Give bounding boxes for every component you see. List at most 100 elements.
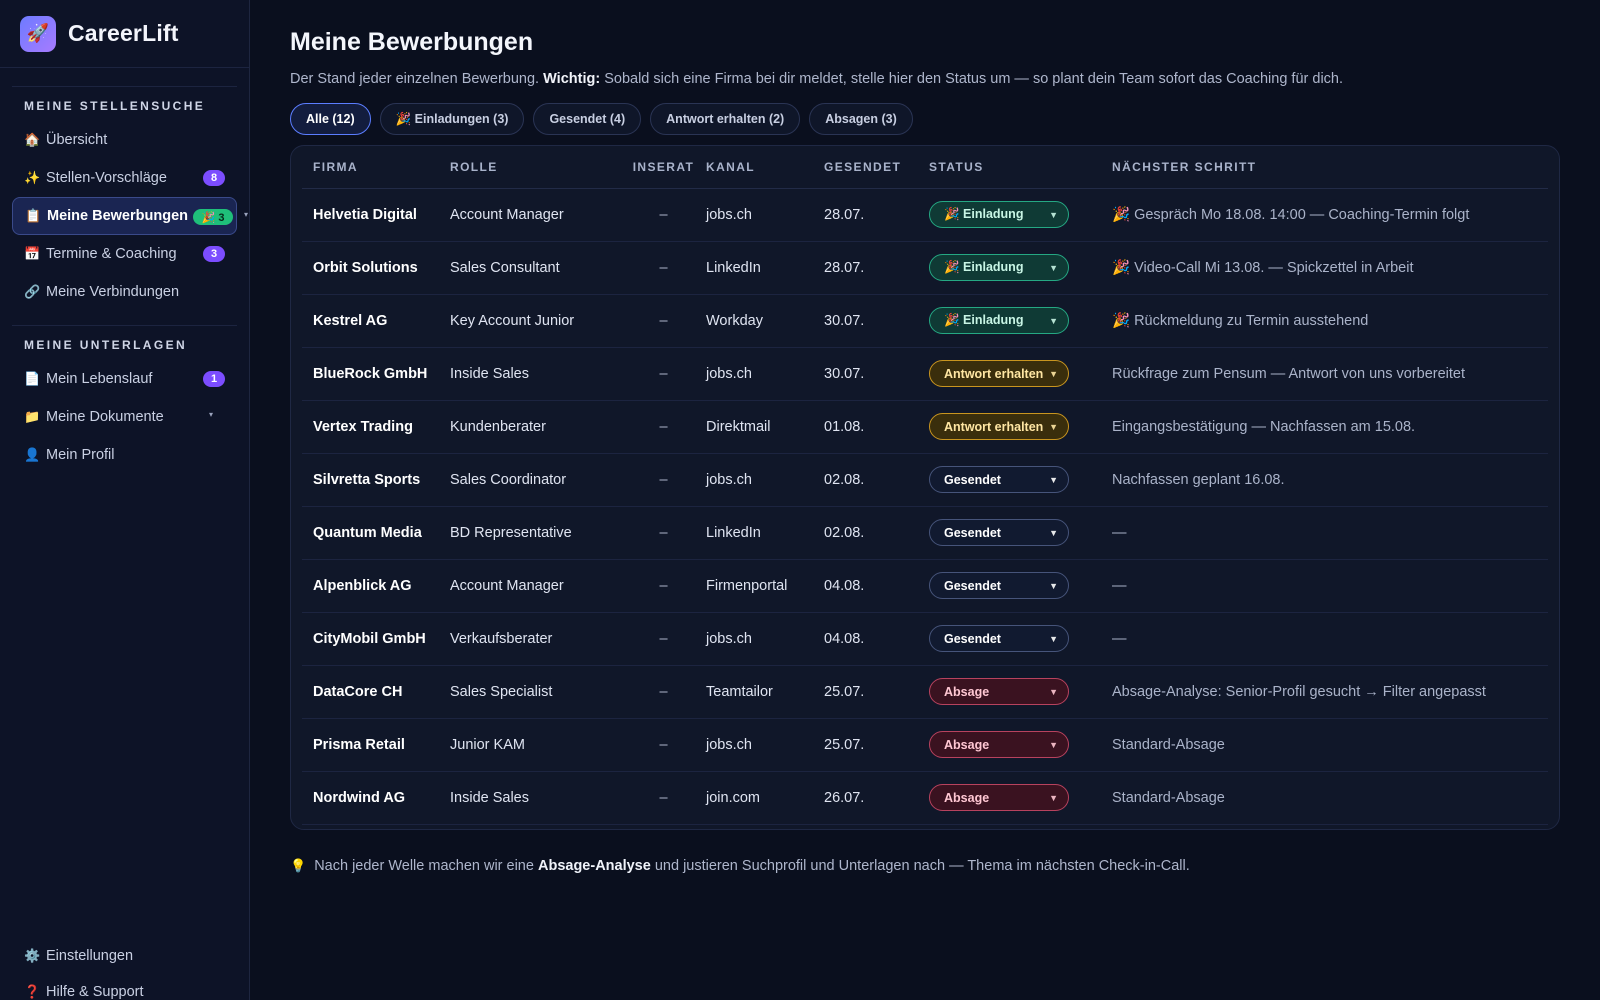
cell-inserat: – (621, 771, 706, 825)
status-select[interactable]: Gesendet ▼ (929, 466, 1069, 493)
cell-status: Gesendet ▼ (929, 506, 1112, 560)
cell-naechster-schritt: Standard-Absage (1112, 771, 1548, 825)
footnote: 💡 Nach jeder Welle machen wir eine Absage… (290, 858, 1560, 874)
cell-firma: Silvretta Sports (302, 453, 450, 507)
cell-naechster-schritt: Absage-Analyse: Senior-Profil gesucht → … (1112, 665, 1548, 719)
column-header-firma[interactable]: FIRMA (302, 146, 450, 189)
cell-firma: Quantum Media (302, 506, 450, 560)
cell-kanal: Teamtailor (706, 665, 824, 719)
table-row[interactable]: Helvetia Digital Account Manager – jobs.ch 2… (302, 188, 1548, 242)
filter-chip-antwort-erhalten[interactable]: Antwort erhalten (2) (650, 103, 801, 135)
cell-firma: Vertex Trading (302, 400, 450, 454)
cell-kanal: jobs.ch (706, 718, 824, 772)
cell-status: Gesendet ▼ (929, 453, 1112, 507)
status-select[interactable]: Absage ▼ (929, 731, 1069, 758)
sidebar-item-uebersicht[interactable]: 🏠 Übersicht (12, 121, 237, 159)
filter-chip-absagen[interactable]: Absagen (3) (809, 103, 913, 135)
cell-kanal: jobs.ch (706, 612, 824, 666)
sidebar-item-hilfe-support[interactable]: ❓ Hilfe & Support (12, 974, 237, 1000)
table-row[interactable]: Kestrel AG Key Account Junior – Workday 30.0… (302, 294, 1548, 348)
status-select[interactable]: 🎉 Einladung ▼ (929, 254, 1069, 281)
cell-inserat: – (621, 559, 706, 613)
column-header-kanal[interactable]: KANAL (706, 146, 824, 189)
table-row[interactable]: CityMobil GmbH Verkaufsberater – jobs.ch 04.… (302, 612, 1548, 666)
chevron-down-icon: ▼ (1049, 686, 1058, 697)
document-icon: 📄 (24, 371, 41, 386)
status-label: Antwort erhalten (944, 419, 1044, 434)
cell-inserat: – (621, 400, 706, 454)
cell-status: Gesendet ▼ (929, 559, 1112, 613)
sidebar-item-meine-bewerbungen[interactable]: 📋 Meine Bewerbungen 🎉 3 ▾ (12, 197, 248, 235)
cell-inserat: – (621, 453, 706, 507)
chevron-down-icon: ▼ (1049, 527, 1058, 538)
folder-icon: 📁 (24, 409, 41, 424)
column-header-status[interactable]: STATUS (929, 146, 1112, 189)
status-select[interactable]: Absage ▼ (929, 678, 1069, 705)
chevron-down-icon: ▼ (1049, 421, 1058, 432)
cell-kanal: LinkedIn (706, 241, 824, 295)
cell-rolle: Sales Consultant (450, 241, 621, 295)
sidebar-item-label: Stellen-Vorschläge (46, 170, 167, 186)
cell-status: Antwort erhalten ▼ (929, 347, 1112, 401)
cell-rolle: Account Manager (450, 188, 621, 242)
cell-firma: BlueRock GmbH (302, 347, 450, 401)
status-label: Gesendet (944, 631, 1001, 646)
lightbulb-icon: 💡 (290, 858, 307, 873)
chevron-down-icon: ▼ (1049, 580, 1058, 591)
filter-chip-gesendet[interactable]: Gesendet (4) (533, 103, 642, 135)
status-select[interactable]: Antwort erhalten ▼ (929, 413, 1069, 440)
nav-section-stellensuche: MEINE STELLENSUCHE 🏠 Übersicht ✨ Stellen… (12, 86, 248, 311)
table-row[interactable]: Nordwind AG Inside Sales – join.com 26.07. Ab… (302, 771, 1548, 825)
cell-gesendet: 28.07. (824, 188, 929, 242)
footnote-rest: und justieren Suchprofil und Unterlagen … (654, 858, 1190, 874)
cell-inserat: – (621, 718, 706, 772)
sidebar: 🚀 CareerLift MEINE STELLENSUCHE 🏠 Übersi… (0, 0, 250, 1000)
cell-firma: Helvetia Digital (302, 188, 450, 242)
cell-rolle: Verkaufsberater (450, 612, 621, 666)
cell-inserat: – (621, 665, 706, 719)
sidebar-item-label: Einstellungen (46, 948, 134, 964)
status-select[interactable]: 🎉 Einladung ▼ (929, 201, 1069, 228)
sidebar-item-stellen-vorschlaege[interactable]: ✨ Stellen-Vorschläge 8 (12, 159, 237, 197)
status-select[interactable]: Absage ▼ (929, 784, 1069, 811)
cell-rolle: BD Representative (450, 506, 621, 560)
cell-naechster-schritt: 🎉 Gespräch Mo 18.08. 14:00 — Coaching-Te… (1112, 188, 1548, 242)
cell-rolle: Key Account Junior (450, 294, 621, 348)
desc-rest: Sobald sich eine Firma bei dir meldet, s… (604, 71, 1344, 87)
caret-down-icon[interactable]: ▾ (244, 210, 248, 219)
column-header-rolle[interactable]: ROLLE (450, 146, 621, 189)
cell-rolle: Kundenberater (450, 400, 621, 454)
table-row[interactable]: Silvretta Sports Sales Coordinator – jobs.c… (302, 453, 1548, 507)
table-row[interactable]: BlueRock GmbH Inside Sales – jobs.ch 30.07. A… (302, 347, 1548, 401)
column-header-naechster-schritt[interactable]: NÄCHSTER SCHRITT (1112, 146, 1548, 189)
sidebar-item-einstellungen[interactable]: ⚙️ Einstellungen (12, 938, 237, 974)
sidebar-item-mein-lebenslauf[interactable]: 📄 Mein Lebenslauf 1 (12, 360, 237, 398)
footnote-lead: Nach jeder Welle machen wir eine (314, 858, 534, 874)
sidebar-item-mein-profil[interactable]: 👤 Mein Profil (12, 436, 237, 474)
cell-kanal: Firmenportal (706, 559, 824, 613)
table-row[interactable]: Quantum Media BD Representative – LinkedIn 0… (302, 506, 1548, 560)
status-select[interactable]: Antwort erhalten ▼ (929, 360, 1069, 387)
status-select[interactable]: Gesendet ▼ (929, 625, 1069, 652)
table-row[interactable]: DataCore CH Sales Specialist – Teamtailor 25… (302, 665, 1548, 719)
table-row[interactable]: Alpenblick AG Account Manager – Firmenporta… (302, 559, 1548, 613)
cell-firma: CityMobil GmbH (302, 612, 450, 666)
brand[interactable]: 🚀 CareerLift (0, 0, 249, 68)
sidebar-item-meine-dokumente[interactable]: 📁 Meine Dokumente ▾ (12, 398, 237, 436)
table-row[interactable]: Orbit Solutions Sales Consultant – LinkedIn… (302, 241, 1548, 295)
filter-chip-einladungen[interactable]: 🎉 Einladungen (3) (379, 103, 525, 135)
status-select[interactable]: Gesendet ▼ (929, 519, 1069, 546)
cell-naechster-schritt: Standard-Absage (1112, 718, 1548, 772)
status-select[interactable]: Gesendet ▼ (929, 572, 1069, 599)
sidebar-item-termine-coaching[interactable]: 📅 Termine & Coaching 3 (12, 235, 237, 273)
status-select[interactable]: 🎉 Einladung ▼ (929, 307, 1069, 334)
sidebar-item-meine-verbindungen[interactable]: 🔗 Meine Verbindungen (12, 273, 237, 311)
column-header-gesendet[interactable]: GESENDET (824, 146, 929, 189)
status-label: Absage (944, 790, 990, 805)
caret-down-icon[interactable]: ▾ (209, 410, 213, 419)
table-row[interactable]: Vertex Trading Kundenberater – Direktmail 01… (302, 400, 1548, 454)
filter-chip-alle[interactable]: Alle (12) (290, 103, 371, 135)
cell-gesendet: 04.08. (824, 612, 929, 666)
column-header-inserat[interactable]: INSERAT (621, 146, 706, 189)
table-row[interactable]: Prisma Retail Junior KAM – jobs.ch 25.07. Abs… (302, 718, 1548, 772)
